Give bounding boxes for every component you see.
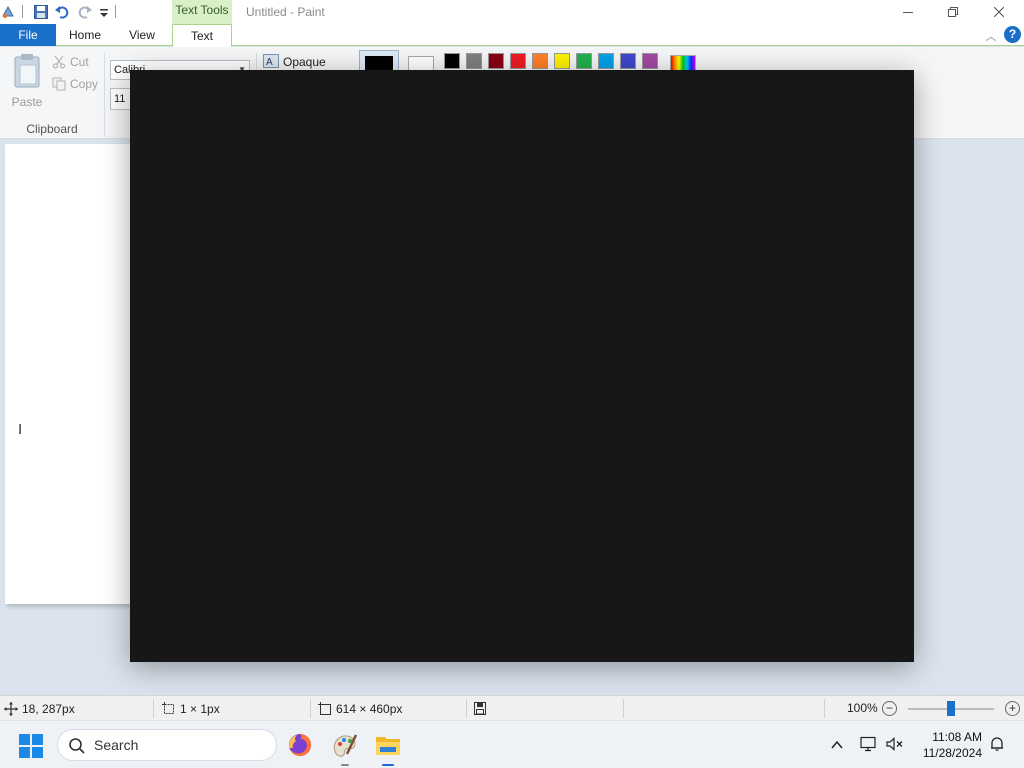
copy-label: Copy [70,77,99,91]
restore-icon [948,7,958,17]
folder-icon [376,737,400,755]
taskbar-search-box[interactable]: Search [57,729,277,761]
drawing-canvas[interactable] [5,144,130,604]
tab-view[interactable]: View [114,24,170,46]
restore-button[interactable] [930,0,976,24]
zoom-slider-thumb[interactable] [947,701,955,716]
paste-button[interactable]: Paste [6,53,48,109]
opaque-background-icon: A [263,54,279,68]
cut-label: Cut [70,55,89,69]
palette-color-swatch[interactable] [642,53,658,69]
status-separator [153,699,154,718]
status-bar: 18, 287px 1 × 1px 614 × 460px 100% − + [0,695,1024,720]
windows-start-icon[interactable] [18,733,44,759]
clock-time[interactable]: 11:08 AM [920,730,982,744]
windows-taskbar: Search 11:08 AM 11/28/2024 [0,720,1024,768]
selection-size-icon [162,702,174,714]
palette-color-swatch[interactable] [554,53,570,69]
file-explorer-taskbar-icon[interactable] [372,729,404,766]
file-size-disk-icon [474,702,486,715]
volume-muted-icon[interactable] [886,736,904,752]
zoom-in-button[interactable]: + [1005,701,1020,716]
copy-icon [52,77,66,91]
collapse-ribbon-icon[interactable]: ︿ [984,28,998,43]
dark-overlay-window[interactable] [130,70,914,662]
font-size-value: 11 [114,93,126,105]
help-icon[interactable]: ? [1004,26,1021,43]
paste-label: Paste [11,95,43,109]
firefox-icon [289,733,312,756]
opaque-label: Opaque [283,55,326,69]
palette-color-swatch[interactable] [466,53,482,69]
tab-file[interactable]: File [0,24,56,46]
selection-size-value: 1 × 1px [180,702,220,716]
svg-text:A: A [266,57,273,68]
paint-palette-icon [333,734,358,757]
status-separator [824,699,825,718]
copy-button[interactable]: Copy [52,75,110,95]
close-button[interactable] [976,0,1022,24]
status-separator [310,699,311,718]
clock-date[interactable]: 11/28/2024 [916,746,982,760]
customize-qat-dropdown-icon[interactable] [98,4,110,20]
paste-icon [14,54,40,88]
move-cursor-icon [4,702,18,716]
cursor-position-value: 18, 287px [22,702,75,716]
cut-button[interactable]: Cut [52,53,110,73]
show-hidden-icons-chevron-icon[interactable] [830,738,844,752]
selection-size-indicator: 1 × 1px [162,701,282,717]
tab-text[interactable]: Text [172,24,232,47]
minimize-button[interactable] [885,0,931,24]
zoom-out-button[interactable]: − [882,701,897,716]
status-separator [623,699,624,718]
redo-icon[interactable] [77,4,93,20]
group-separator [104,53,105,137]
scissors-icon [53,55,65,69]
tab-home[interactable]: Home [56,24,114,46]
firefox-taskbar-icon[interactable] [284,729,316,761]
palette-color-swatch[interactable] [598,53,614,69]
palette-color-swatch[interactable] [444,53,460,69]
undo-icon[interactable] [54,4,70,20]
text-i-beam-cursor-icon: I [18,421,23,438]
network-icon[interactable] [860,736,878,752]
clipboard-group-label: Clipboard [26,122,78,136]
qat-separator [115,5,116,18]
paint-app-icon[interactable] [0,4,16,20]
close-icon [994,7,1004,17]
ribbon-tab-bar: File Home View Text ︿ ? [0,24,1024,47]
edit-colors-button[interactable] [670,55,696,71]
image-size-value: 614 × 460px [336,702,403,716]
text-tools-context-header: Text Tools [172,0,232,24]
qat-separator [22,5,23,18]
minimize-icon [903,12,913,13]
palette-color-swatch[interactable] [620,53,636,69]
running-indicator [341,764,349,766]
window-title: Untitled - Paint [246,5,325,19]
palette-color-swatch[interactable] [576,53,592,69]
notification-bell-icon[interactable] [989,736,1005,752]
palette-color-swatch[interactable] [532,53,548,69]
image-size-indicator: 614 × 460px [318,701,438,717]
zoom-level: 100% [847,701,878,715]
search-placeholder: Search [94,737,139,753]
search-icon [69,738,85,754]
title-bar: Text Tools Untitled - Paint [0,0,1024,24]
status-separator [466,699,467,718]
paint-taskbar-icon[interactable] [329,729,361,766]
palette-color-swatch[interactable] [488,53,504,69]
active-indicator [382,764,394,766]
image-size-icon [318,702,331,715]
cursor-position-indicator: 18, 287px [4,701,124,717]
palette-color-swatch[interactable] [510,53,526,69]
save-icon[interactable] [33,4,49,20]
